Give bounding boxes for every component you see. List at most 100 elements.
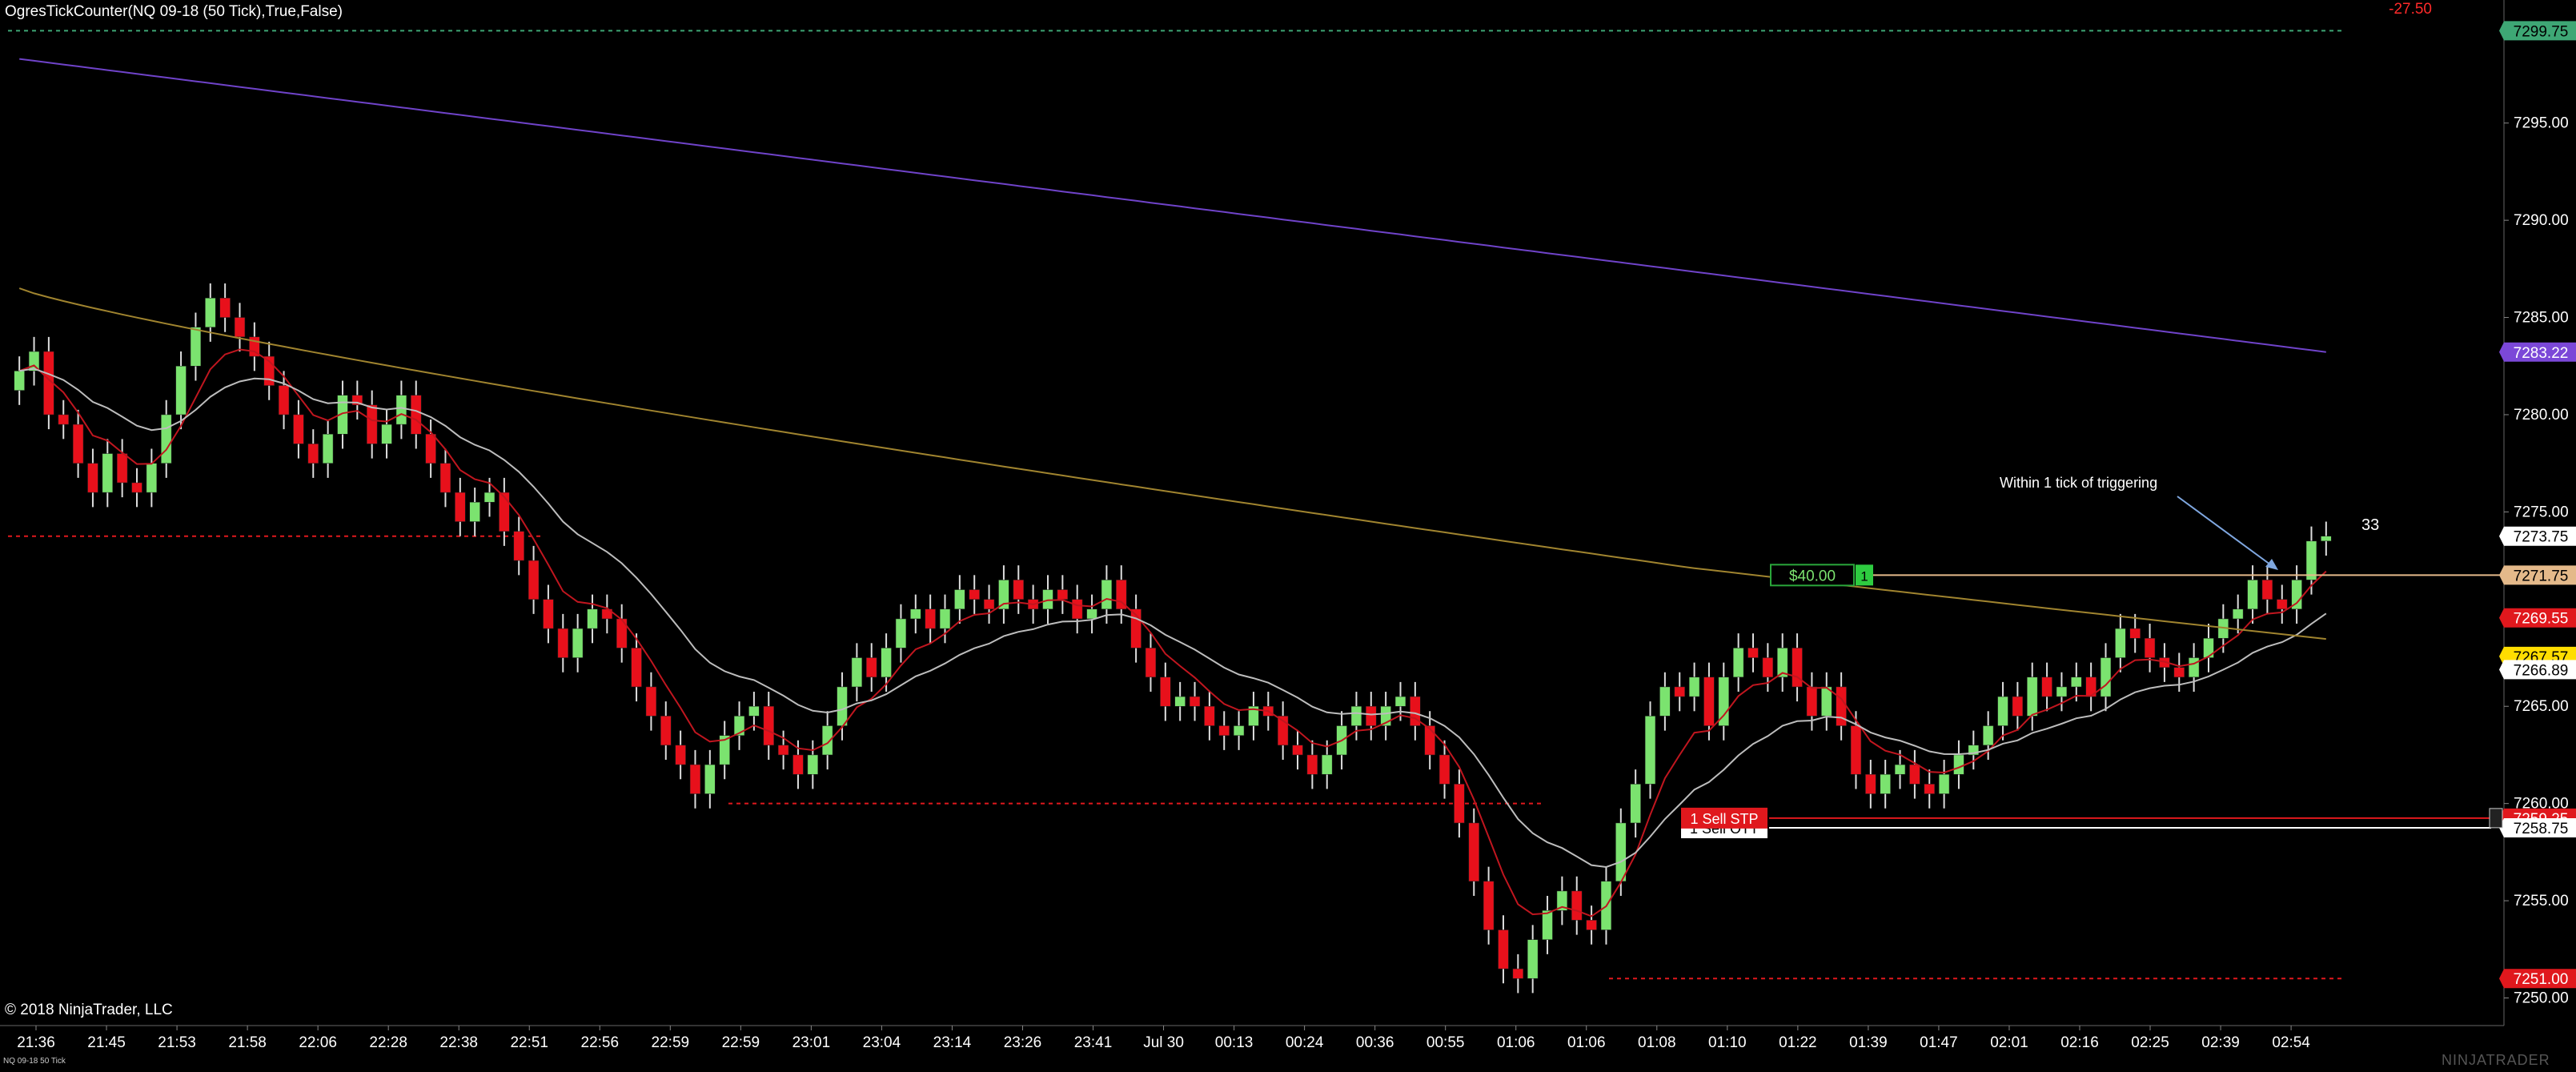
target-order-qty: 1 — [1860, 568, 1868, 584]
x-tick-label: 22:59 — [652, 1034, 690, 1051]
target-order-price: $40.00 — [1789, 568, 1836, 584]
candle-body — [278, 385, 290, 416]
candle-body — [499, 492, 510, 532]
candle-body — [1189, 696, 1201, 707]
price-marker-label: 7258.75 — [2514, 821, 2569, 837]
candle-body — [1322, 754, 1333, 775]
x-tick-label: 22:56 — [581, 1034, 620, 1051]
candle-body — [1938, 773, 1950, 794]
candle-body — [1762, 657, 1774, 678]
candle-body — [1732, 648, 1744, 678]
candle-body — [1659, 686, 1671, 717]
candle-body — [2056, 686, 2068, 697]
moving-average-line — [18, 287, 2326, 640]
candle-body — [175, 366, 187, 416]
candle-body — [777, 745, 789, 756]
candle-body — [1703, 677, 1715, 726]
close-order-icon[interactable] — [2489, 808, 2503, 829]
candle-body — [689, 764, 701, 794]
candle-body — [411, 395, 422, 435]
x-tick-label: 22:38 — [439, 1034, 478, 1051]
candle-body — [2173, 667, 2185, 678]
candle-body — [381, 424, 392, 444]
candle-body — [1204, 705, 1215, 726]
candle-body — [1586, 920, 1597, 930]
candle-body — [1953, 754, 1964, 775]
candle-body — [439, 463, 451, 493]
candle-body — [866, 657, 877, 678]
candle-body — [1615, 822, 1627, 882]
moving-average-line — [18, 348, 2327, 917]
candle-body — [367, 404, 378, 444]
stop-order-label: 1 Sell STP — [1690, 811, 1758, 827]
candle-body — [1982, 725, 1994, 746]
x-tick-label: 22:28 — [369, 1034, 407, 1051]
candle-body — [1630, 784, 1641, 824]
candle-body — [1424, 725, 1435, 756]
candle-body — [2012, 696, 2024, 717]
candle-body — [1350, 705, 1362, 726]
candle-body — [1909, 764, 1920, 785]
x-tick-label: 01:10 — [1708, 1034, 1747, 1051]
candle-body — [205, 298, 216, 327]
candle-body — [837, 686, 848, 726]
candle-body — [1806, 686, 1818, 717]
candle-body — [1997, 696, 2008, 726]
candle-body — [557, 628, 568, 658]
candle-body — [307, 444, 319, 464]
x-tick-label: 21:45 — [87, 1034, 126, 1051]
candle-body — [219, 298, 231, 318]
price-chart[interactable]: 7295.00 7290.00 7285.00 7280.00 7275.00 7265.… — [0, 0, 2576, 1072]
candle-body — [1454, 784, 1465, 824]
x-tick-label: 21:36 — [17, 1034, 55, 1051]
x-tick-label: 23:26 — [1004, 1034, 1042, 1051]
candle-body — [1792, 648, 1803, 688]
x-tick-label: 01:22 — [1779, 1034, 1817, 1051]
candle-body — [543, 599, 554, 629]
x-tick-label: Jul 30 — [1143, 1034, 1184, 1051]
candle-body — [1542, 909, 1553, 940]
tick-counter: 33 — [2361, 516, 2379, 534]
annotation-arrow — [2177, 496, 2274, 568]
candle-body — [102, 453, 113, 493]
y-tick-label: 7290.00 — [2514, 212, 2569, 229]
candle-body — [2144, 637, 2156, 658]
candle-body — [2188, 657, 2200, 678]
candle-body — [675, 745, 686, 765]
candle-body — [1674, 686, 1685, 697]
candle-body — [1747, 648, 1759, 658]
candle-body — [513, 531, 524, 561]
candle-body — [1174, 696, 1186, 707]
x-tick-label: 22:51 — [510, 1034, 548, 1051]
candle-body — [2247, 580, 2258, 610]
candle-body — [631, 648, 642, 688]
y-tick-label: 7275.00 — [2514, 504, 2569, 520]
candle-body — [2233, 608, 2244, 620]
candle-body — [87, 463, 98, 493]
candle-body — [2115, 628, 2126, 658]
candle-body — [1160, 677, 1171, 707]
candle-body — [2027, 677, 2038, 717]
candle-body — [572, 628, 584, 658]
candle-body — [484, 492, 496, 503]
x-tick-label: 02:39 — [2201, 1034, 2240, 1051]
candle-body — [14, 371, 25, 391]
x-tick-label: 02:25 — [2131, 1034, 2169, 1051]
candle-body — [58, 414, 69, 425]
y-tick-label: 7295.00 — [2514, 115, 2569, 132]
candle-body — [748, 705, 760, 717]
x-tick-label: 21:58 — [228, 1034, 267, 1051]
candle-body — [1498, 929, 1509, 970]
candle-body — [1527, 939, 1539, 979]
x-tick-label: 21:53 — [158, 1034, 196, 1051]
price-marker-label: 7271.75 — [2514, 568, 2569, 584]
x-tick-label: 01:08 — [1638, 1034, 1676, 1051]
candle-body — [2321, 536, 2332, 542]
y-tick-label: 7255.00 — [2514, 893, 2569, 909]
candle-body — [190, 327, 202, 367]
price-marker-label: 7299.75 — [2514, 23, 2569, 40]
candle-body — [645, 686, 657, 717]
candle-body — [1292, 745, 1303, 756]
x-tick-label: 23:14 — [933, 1034, 972, 1051]
x-tick-label: 22:59 — [722, 1034, 760, 1051]
